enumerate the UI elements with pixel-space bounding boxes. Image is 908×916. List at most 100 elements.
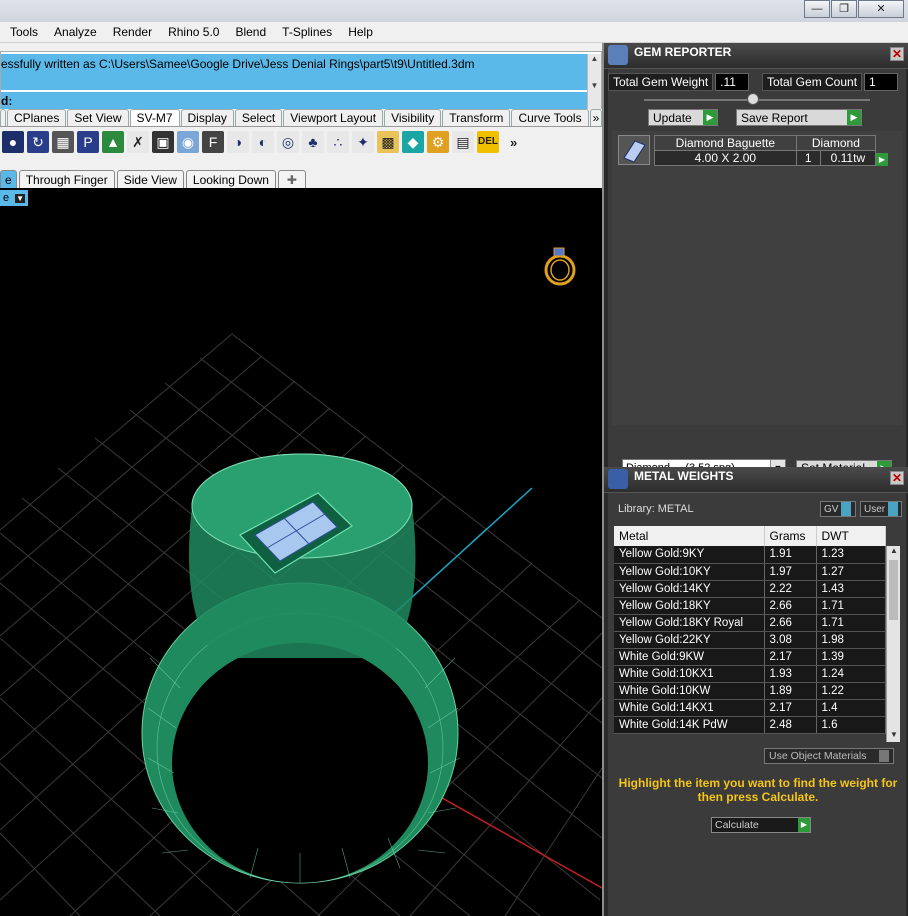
scroll-thumb[interactable]: [889, 560, 898, 620]
tool-icon-10[interactable]: ◑: [227, 131, 249, 153]
tool-icon-3[interactable]: ▦: [52, 131, 74, 153]
total-gem-count-row: Total Gem Count 1: [762, 73, 899, 91]
metal-table-scrollbar[interactable]: ▲ ▼: [886, 546, 900, 742]
tool-icon-11[interactable]: ◐: [252, 131, 274, 153]
table-row[interactable]: Yellow Gold:18KY Royal 2.66 1.71: [614, 614, 886, 632]
menu-help[interactable]: Help: [338, 25, 379, 39]
menu-render[interactable]: Render: [103, 25, 158, 39]
viewport-label[interactable]: e ▼: [0, 190, 29, 206]
viewport-tab-looking-down[interactable]: Looking Down: [185, 170, 276, 189]
toolbar-tab-curve-tools[interactable]: Curve Tools: [511, 109, 589, 126]
viewport-menu-arrow-icon[interactable]: ▼: [15, 193, 26, 203]
gear-icon[interactable]: ⚙: [427, 131, 449, 153]
table-row[interactable]: White Gold:10KX1 1.93 1.24: [614, 665, 886, 683]
metal-cell-grams: 1.97: [764, 563, 817, 581]
table-row[interactable]: White Gold:9KW 2.17 1.39: [614, 648, 886, 666]
scroll-up-icon[interactable]: ▲: [887, 546, 901, 558]
toolbar-tab-transform[interactable]: Transform: [442, 109, 511, 126]
play-icon: ▶: [847, 110, 861, 125]
monitor-icon[interactable]: ▣: [152, 131, 174, 153]
baguette-gem-icon[interactable]: [618, 135, 650, 165]
save-report-button[interactable]: Save Report ▶: [736, 109, 862, 126]
metal-table[interactable]: Metal Grams DWT Yellow Gold:9KY 1.91 1.23 Y…: [614, 526, 886, 734]
use-object-materials-toggle[interactable]: Use Object Materials: [764, 748, 894, 764]
close-icon[interactable]: ✕: [858, 0, 904, 18]
tool-icon-5[interactable]: ▲: [102, 131, 124, 153]
3d-viewport[interactable]: e ▼: [0, 188, 602, 916]
update-button[interactable]: Update ▶: [648, 109, 718, 126]
save-icon[interactable]: ▩: [377, 131, 399, 153]
gem-count: 1: [795, 150, 821, 166]
toolbar-tab-sv-m7[interactable]: SV-M7: [129, 109, 180, 126]
tool-icon-17[interactable]: ◆: [402, 131, 424, 153]
toolbar-tab-partial[interactable]: [0, 109, 6, 126]
tool-icon-14[interactable]: ∴: [327, 131, 349, 153]
toolbar-tab-visibility[interactable]: Visibility: [384, 109, 442, 126]
metal-cell-grams: 2.22: [764, 580, 817, 598]
gem-row-play-icon[interactable]: ▶: [876, 153, 888, 166]
tool-icon-2[interactable]: ↻: [27, 131, 49, 153]
table-row[interactable]: Yellow Gold:10KY 1.97 1.27: [614, 563, 886, 581]
toolbar-tab-set-view[interactable]: Set View: [67, 109, 129, 126]
calculate-button[interactable]: Calculate ▶: [711, 817, 811, 833]
close-icon[interactable]: ✕: [890, 471, 904, 485]
minimize-icon[interactable]: —: [804, 0, 830, 18]
viewport-tab-active[interactable]: e: [0, 170, 17, 189]
toolbar-tab-viewport-layout[interactable]: Viewport Layout: [283, 109, 384, 126]
metal-weights-title: METAL WEIGHTS: [634, 469, 734, 483]
user-toggle[interactable]: User: [860, 501, 902, 517]
gem-table[interactable]: Diamond Baguette Diamond 4.00 X 2.00 1 0…: [654, 135, 877, 166]
toolbar-overflow-icon[interactable]: »: [510, 135, 517, 150]
tool-icon-8[interactable]: ◉: [177, 131, 199, 153]
metal-cell-grams: 1.93: [764, 665, 817, 683]
command-history-scrollbar[interactable]: ▲ ▼: [587, 54, 601, 112]
toolbar: ● ↻ ▦ P ▲ ✗ ▣ ◉ F ◑ ◐ ◎ ♣ ∴ ✦ ▩ ◆ ⚙ ▤ DE…: [0, 127, 602, 157]
table-row[interactable]: Yellow Gold:9KY 1.91 1.23: [614, 546, 886, 564]
metal-cell-dwt: 1.43: [816, 580, 886, 598]
restore-icon[interactable]: ❐: [831, 0, 857, 18]
column-dwt[interactable]: DWT: [816, 526, 886, 546]
metal-weights-panel: Library: METAL GV User Metal Grams DWT Y…: [608, 493, 906, 916]
metal-cell-grams: 2.66: [764, 597, 817, 615]
table-row[interactable]: Yellow Gold:18KY 2.66 1.71: [614, 597, 886, 615]
tool-icon-13[interactable]: ♣: [302, 131, 324, 153]
gem-slider-knob[interactable]: [747, 93, 759, 105]
tool-icon-12[interactable]: ◎: [277, 131, 299, 153]
tool-icon-19[interactable]: ▤: [452, 131, 474, 153]
menu-tools[interactable]: Tools: [0, 25, 44, 39]
toolbar-tab-select[interactable]: Select: [234, 109, 283, 126]
tool-icon-15[interactable]: ✦: [352, 131, 374, 153]
table-row[interactable]: White Gold:14K PdW 2.48 1.6: [614, 716, 886, 734]
delete-icon[interactable]: DEL: [477, 131, 499, 153]
menu-rhino[interactable]: Rhino 5.0: [158, 25, 225, 39]
command-history-text: essfully written as C:\Users\Samee\Googl…: [1, 54, 601, 90]
toolbar-tab-cplanes[interactable]: CPlanes: [7, 109, 67, 126]
toolbar-tab-display[interactable]: Display: [180, 109, 234, 126]
table-row[interactable]: Yellow Gold:22KY 3.08 1.98: [614, 631, 886, 649]
viewport-tab-through-finger[interactable]: Through Finger: [18, 170, 115, 189]
metal-cell-dwt: 1.39: [816, 648, 886, 666]
tool-icon-4[interactable]: P: [77, 131, 99, 153]
menu-tsplines[interactable]: T-Splines: [272, 25, 338, 39]
gv-toggle[interactable]: GV: [820, 501, 856, 517]
table-row[interactable]: Yellow Gold:14KY 2.22 1.43: [614, 580, 886, 598]
metal-cell-metal: Yellow Gold:14KY: [614, 580, 765, 598]
viewport-tab-side-view[interactable]: Side View: [116, 170, 184, 189]
tool-icon-1[interactable]: ●: [2, 131, 24, 153]
toolbar-tabs-more-icon[interactable]: »: [589, 109, 603, 126]
menu-analyze[interactable]: Analyze: [44, 25, 103, 39]
menu-blend[interactable]: Blend: [225, 25, 272, 39]
save-report-label: Save Report: [741, 110, 808, 125]
gem-list: Diamond Baguette Diamond 4.00 X 2.00 1 0…: [612, 131, 902, 425]
column-grams[interactable]: Grams: [764, 526, 817, 546]
tool-icon-9[interactable]: F: [202, 131, 224, 153]
table-row[interactable]: White Gold:10KW 1.89 1.22: [614, 682, 886, 700]
tool-icon-6[interactable]: ✗: [127, 131, 149, 153]
add-viewport-tab-icon[interactable]: ✚: [277, 170, 306, 189]
close-icon[interactable]: ✕: [890, 47, 904, 61]
gem-actions-row: Update ▶ Save Report ▶: [648, 109, 862, 126]
column-metal[interactable]: Metal: [614, 526, 765, 546]
metal-weights-icon: [608, 469, 628, 489]
scroll-down-icon[interactable]: ▼: [887, 730, 901, 742]
table-row[interactable]: White Gold:14KX1 2.17 1.4: [614, 699, 886, 717]
